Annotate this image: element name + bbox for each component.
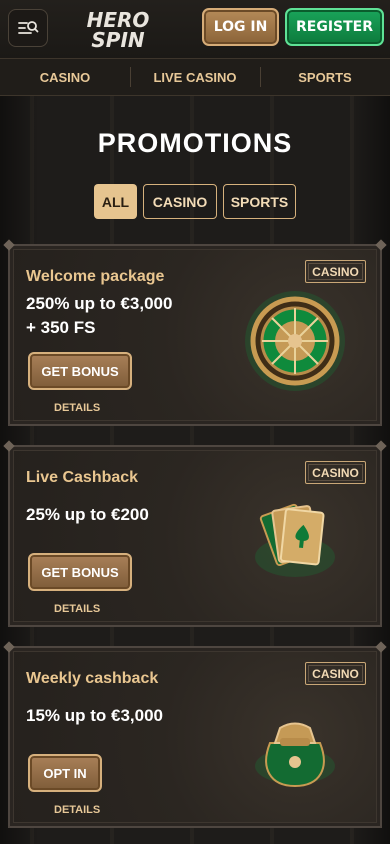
promo-title: Welcome package	[26, 268, 165, 285]
nav-item-casino[interactable]: CASINO	[0, 59, 130, 95]
opt-in-button[interactable]: OPT IN	[28, 754, 102, 792]
top-nav: CASINO LIVE CASINO SPORTS	[0, 58, 390, 96]
category-badge: CASINO	[305, 260, 366, 283]
get-bonus-button[interactable]: GET BONUS	[28, 352, 132, 390]
promo-offer: 250% up to €3,000 + 350 FS	[26, 292, 246, 340]
promo-card-welcome: CASINO Welcome package 250% up to €3,000…	[8, 244, 382, 426]
register-button[interactable]: REGISTER	[285, 8, 384, 46]
filter-sports[interactable]: SPORTS	[223, 184, 296, 219]
logo-line2: SPIN	[91, 28, 145, 52]
playing-cards-icon	[255, 503, 335, 577]
promo-offer-line1: 15% up to €3,000	[26, 706, 164, 725]
login-button[interactable]: LOG IN	[202, 8, 279, 46]
promo-offer-line2: + 350 FS	[26, 318, 96, 337]
promo-offer-line1: 250% up to €3,000	[26, 294, 173, 313]
menu-search-button[interactable]	[8, 9, 48, 47]
promo-card-weekly-cashback: CASINO Weekly cashback 15% up to €3,000 …	[8, 646, 382, 828]
nav-item-live-casino[interactable]: LIVE CASINO	[130, 59, 260, 95]
promo-offer-line1: 25% up to €200	[26, 505, 149, 524]
roulette-wheel-icon	[245, 291, 345, 391]
filter-casino[interactable]: CASINO	[143, 184, 217, 219]
filter-all[interactable]: ALL	[94, 184, 137, 219]
nav-item-sports[interactable]: SPORTS	[260, 59, 390, 95]
logo-line1: HERO	[86, 8, 150, 32]
promo-title: Live Cashback	[26, 469, 139, 486]
header: HERO SPIN LOG IN REGISTER	[0, 0, 390, 58]
category-badge: CASINO	[305, 461, 366, 484]
page-title: PROMOTIONS	[97, 128, 293, 158]
get-bonus-button[interactable]: GET BONUS	[28, 553, 132, 591]
menu-search-icon	[18, 21, 39, 34]
details-link[interactable]: DETAILS	[54, 804, 100, 816]
promo-title: Weekly cashback	[26, 670, 159, 687]
money-bag-icon	[255, 722, 335, 788]
category-badge: CASINO	[305, 662, 366, 685]
logo[interactable]: HERO SPIN	[82, 8, 154, 52]
promo-card-live-cashback: CASINO Live Cashback 25% up to €200 GET …	[8, 445, 382, 627]
promo-offer: 25% up to €200	[26, 503, 246, 527]
promo-offer: 15% up to €3,000	[26, 704, 246, 728]
details-link[interactable]: DETAILS	[54, 402, 100, 414]
details-link[interactable]: DETAILS	[54, 603, 100, 615]
